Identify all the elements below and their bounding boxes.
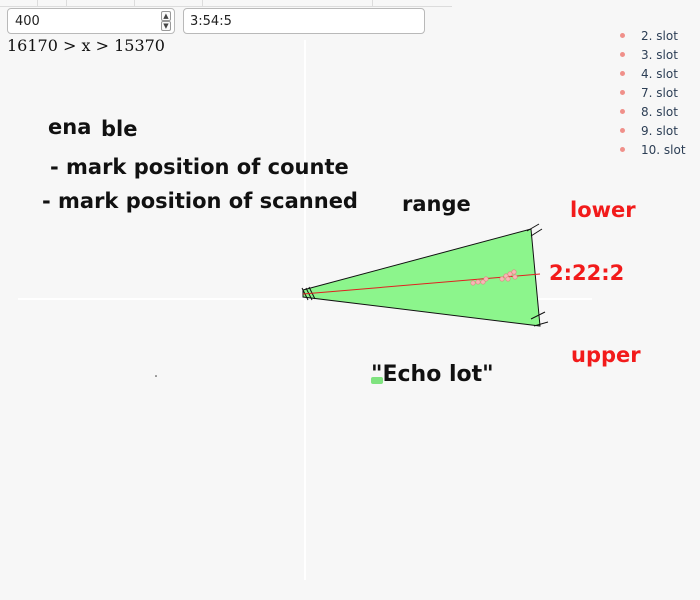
echo-hit: [507, 271, 513, 277]
echo-hit: [483, 276, 489, 282]
lower-label: lower: [570, 198, 636, 222]
slot-item[interactable]: 9. slot: [620, 121, 686, 140]
echo-lot-label: "Echo lot": [371, 362, 494, 387]
enable-label-part2: ble: [101, 117, 138, 141]
slot-dot-icon: [620, 109, 625, 114]
slot-item[interactable]: 7. slot: [620, 83, 686, 102]
range-word: range: [402, 192, 471, 216]
upper-edge-tick: [526, 223, 540, 232]
echo-lot-text: "Echo lot": [371, 362, 494, 387]
slot-dot-icon: [620, 52, 625, 57]
echo-hit: [499, 276, 505, 282]
speck: [155, 375, 157, 377]
slot-item[interactable]: 10. slot: [620, 140, 686, 159]
slot-item[interactable]: 4. slot: [620, 64, 686, 83]
slot-dot-icon: [620, 147, 625, 152]
slot-item[interactable]: 8. slot: [620, 102, 686, 121]
enable-label-part1: ena: [48, 115, 92, 139]
slot-item[interactable]: 2. slot: [620, 26, 686, 45]
echo-hit: [470, 280, 476, 286]
echo-hit: [511, 269, 517, 275]
mark-scanned-note: - mark position of scanned: [42, 189, 358, 213]
slot-list: 2. slot 3. slot 4. slot 7. slot 8. slot …: [620, 26, 686, 159]
page: ▲ ▼ 16170 > x > 15370: [0, 0, 700, 600]
echo-hit: [475, 279, 481, 285]
upper-label: upper: [571, 343, 641, 367]
slot-dot-icon: [620, 33, 625, 38]
upper-edge-tick: [530, 228, 543, 237]
mark-counter-note: - mark position of counte: [50, 155, 349, 179]
slot-dot-icon: [620, 90, 625, 95]
echo-hit: [512, 274, 518, 280]
time-marker-label: 2:22:2: [549, 261, 625, 285]
echo-hit: [505, 276, 511, 282]
echo-scan-canvas[interactable]: [0, 0, 700, 600]
slot-item[interactable]: 3. slot: [620, 45, 686, 64]
slot-dot-icon: [620, 128, 625, 133]
slot-dot-icon: [620, 71, 625, 76]
